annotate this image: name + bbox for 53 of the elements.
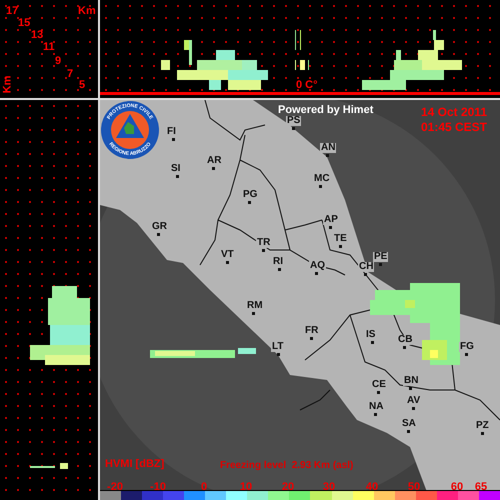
city-label: VT (220, 250, 235, 260)
legend-tick: -20 (107, 480, 123, 495)
height-label: 15 (18, 18, 30, 29)
height-label: 5 (79, 80, 86, 91)
city-label: TE (333, 234, 348, 244)
city-label: PS (286, 116, 302, 126)
city-label: FR (304, 326, 320, 336)
legend-tick: 65 (474, 480, 488, 495)
city-label: FG (459, 342, 475, 352)
city-label: CB (397, 335, 414, 345)
city-label: AV (406, 396, 422, 406)
legend-tick: 40 (366, 480, 378, 495)
height-label: 13 (31, 30, 44, 41)
height-label: 17 (6, 6, 18, 17)
height-label: 11 (43, 42, 55, 53)
height-label: 9 (55, 56, 62, 67)
city-label: AP (323, 215, 339, 225)
legend-tick: -10 (150, 480, 166, 495)
legend-tick: 0 (200, 480, 208, 495)
legend-tick: 20 (282, 480, 294, 495)
city-label: GR (151, 222, 168, 232)
city-label: TR (256, 238, 272, 248)
city-label: PG (242, 190, 258, 200)
city-label: AQ (309, 261, 326, 271)
city-label: CH (358, 262, 374, 272)
city-label: PE (373, 252, 388, 262)
city-label: PZ (475, 421, 490, 431)
legend-tick: 60 (450, 480, 464, 495)
height-label: 7 (67, 69, 74, 80)
city-label: AR (206, 156, 222, 166)
unit-label: Km (78, 6, 96, 17)
legend-tick: 10 (240, 480, 252, 495)
city-label: SA (401, 419, 417, 429)
date-text: 14 Oct 2011 (420, 106, 487, 118)
city-label: IS (365, 330, 376, 340)
city-label: RM (246, 301, 264, 311)
city-label: MC (313, 174, 331, 184)
city-label: BN (403, 376, 420, 386)
city-label: FI (166, 127, 177, 137)
legend-tick: 30 (322, 480, 336, 495)
city-label: AN (320, 143, 336, 153)
city-label: NA (368, 402, 384, 412)
freezing-level-text: Freezing level 2.93 Km (asl) (220, 459, 354, 473)
city-label: CE (371, 380, 387, 390)
freezing-marker: 0 C° (296, 80, 318, 91)
city-label: SI (170, 164, 182, 174)
legend-title: HVMI [dBZ] (105, 457, 164, 472)
time-text: 01:45 CEST (420, 121, 487, 133)
city-label: RI (272, 257, 284, 267)
credit-text: Powered by Himet (278, 103, 374, 116)
legend-tick: 50 (408, 480, 420, 495)
unit-label: Km (2, 76, 14, 94)
city-label: LT (271, 342, 284, 352)
